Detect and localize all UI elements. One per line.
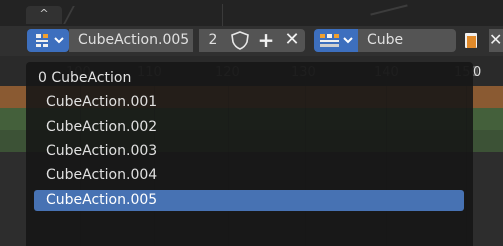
fake-user-toggle[interactable] <box>227 29 253 52</box>
editor-top-strip: ^ <box>0 0 503 26</box>
action-list-item[interactable]: CubeAction.001 <box>34 92 464 113</box>
collapse-region-button[interactable]: ^ <box>26 6 62 24</box>
action-list-item[interactable]: CubeAction.002 <box>34 117 464 138</box>
chevron-up-icon: ^ <box>39 7 49 20</box>
action-list-item[interactable]: CubeAction.004 <box>34 165 464 186</box>
action-list-item[interactable]: CubeAction.003 <box>34 141 464 162</box>
action-editor-header: CubeAction.005 2 + ✕ Cube ✕ <box>0 26 503 56</box>
close-button-partial[interactable]: ✕ <box>489 29 503 52</box>
object-name-field[interactable]: Cube <box>358 29 456 52</box>
strip-decoration <box>370 4 408 16</box>
action-name-field[interactable]: CubeAction.005 <box>69 29 193 52</box>
action-browse-popup: 0 CubeAction CubeAction.001 CubeAction.0… <box>26 62 473 246</box>
strip-divider <box>222 4 223 26</box>
browse-file-button[interactable] <box>460 29 488 52</box>
unlink-action-button[interactable]: ✕ <box>279 29 305 52</box>
object-datablock-icon <box>320 34 353 47</box>
action-list-item-selected[interactable]: CubeAction.005 <box>34 190 464 211</box>
new-action-button[interactable]: + <box>253 29 279 52</box>
strip-decoration <box>63 6 75 24</box>
popup-title: 0 CubeAction <box>38 70 132 86</box>
users-count-button[interactable]: 2 <box>199 29 227 52</box>
action-browse-dropdown[interactable] <box>27 29 69 52</box>
action-datablock-icon <box>36 34 64 47</box>
browse-file-icon <box>465 33 477 48</box>
shield-icon <box>231 31 249 50</box>
object-browse-dropdown[interactable] <box>314 29 358 52</box>
ruler-tick-visible: 0 <box>473 65 482 80</box>
